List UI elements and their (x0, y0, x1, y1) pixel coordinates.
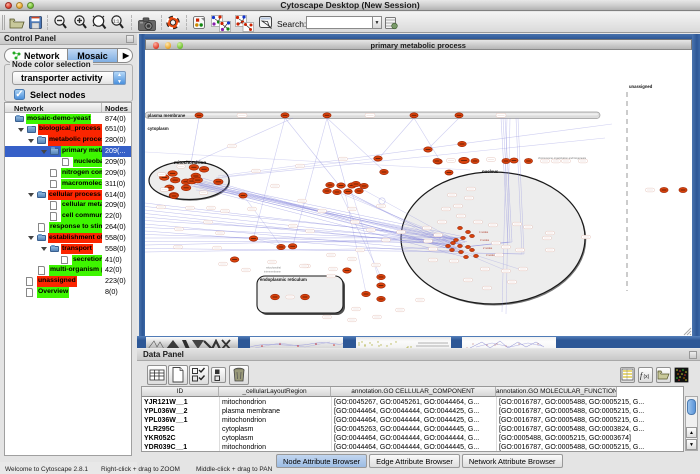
svg-text:intermembrane: intermembrane (264, 271, 281, 274)
svg-text:3 nodes: 3 nodes (480, 238, 490, 242)
svg-text:cytoplasm: cytoplasm (147, 126, 168, 131)
svg-text:4 nodes: 4 nodes (479, 230, 489, 234)
svg-text:1:1: 1:1 (113, 19, 120, 24)
svg-text:mitochondrion: mitochondrion (174, 160, 206, 165)
svg-text:plasma membrane: plasma membrane (147, 113, 185, 118)
svg-text:(x): (x) (644, 374, 650, 380)
svg-text:unassigned: unassigned (629, 84, 653, 89)
svg-text:mitochondrial: mitochondrial (266, 267, 281, 270)
svg-text:chromosome organization and bi: chromosome organization and biogenesis (538, 156, 587, 160)
svg-text:2 nodes: 2 nodes (483, 246, 493, 250)
svg-text:endoplasmic reticulum: endoplasmic reticulum (260, 277, 307, 282)
svg-text:nucleus: nucleus (482, 169, 499, 174)
